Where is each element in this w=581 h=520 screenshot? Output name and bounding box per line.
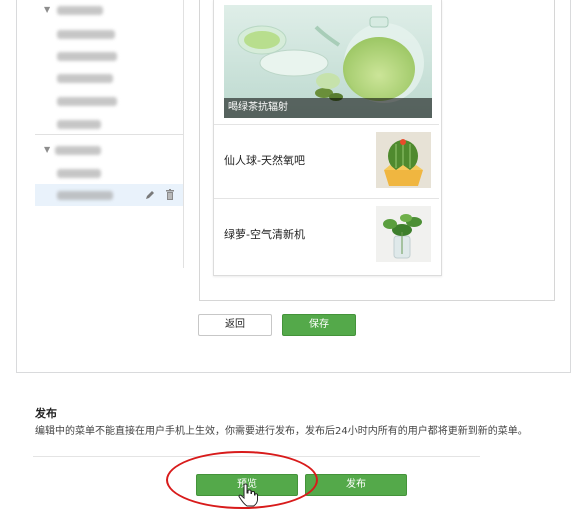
submenu-item-label (57, 74, 113, 83)
submenu-item-label (57, 120, 101, 129)
submenu-item[interactable] (35, 67, 183, 89)
menu-tree-sidebar: ▼ ▼ (35, 0, 184, 268)
pothos-thumbnail-image (376, 206, 431, 262)
submenu-item[interactable] (35, 23, 183, 45)
row-divider (214, 198, 439, 199)
collapse-caret-icon[interactable]: ▼ (44, 5, 50, 14)
submenu-item-label (57, 30, 115, 39)
collapse-caret-icon[interactable]: ▼ (44, 145, 50, 154)
group-divider (35, 134, 183, 135)
cactus-thumbnail-image (376, 132, 431, 188)
submenu-item-selected[interactable] (35, 184, 183, 206)
submenu-item-label (57, 52, 117, 61)
row-divider (214, 124, 439, 125)
publish-description: 编辑中的菜单不能直接在用户手机上生效，你需要进行发布，发布后24小时内所有的用户… (35, 426, 528, 437)
submenu-item-label (57, 169, 101, 178)
pencil-edit-icon[interactable] (145, 190, 155, 200)
submenu-item[interactable] (35, 162, 183, 184)
publish-button[interactable]: 发布 (305, 474, 407, 496)
article-item[interactable]: 绿萝-空气清新机 (214, 200, 439, 274)
trash-delete-icon[interactable] (165, 189, 175, 200)
submenu-item[interactable] (35, 113, 183, 135)
menu-group-2-label (55, 146, 101, 155)
article-title: 绿萝-空气清新机 (224, 228, 305, 241)
submenu-item[interactable] (35, 90, 183, 112)
publish-section-title: 发布 (35, 407, 57, 420)
menu-group-1-label (57, 6, 103, 15)
submenu-item-label (57, 191, 113, 200)
save-button[interactable]: 保存 (282, 314, 356, 336)
submenu-item-label (57, 97, 117, 106)
article-item[interactable]: 仙人球-天然氧吧 (214, 126, 439, 200)
hero-caption: 喝绿茶抗辐射 (224, 98, 432, 118)
article-title: 仙人球-天然氧吧 (224, 154, 305, 167)
back-button[interactable]: 返回 (198, 314, 272, 336)
submenu-item[interactable] (35, 45, 183, 67)
hand-cursor-icon (238, 483, 258, 507)
